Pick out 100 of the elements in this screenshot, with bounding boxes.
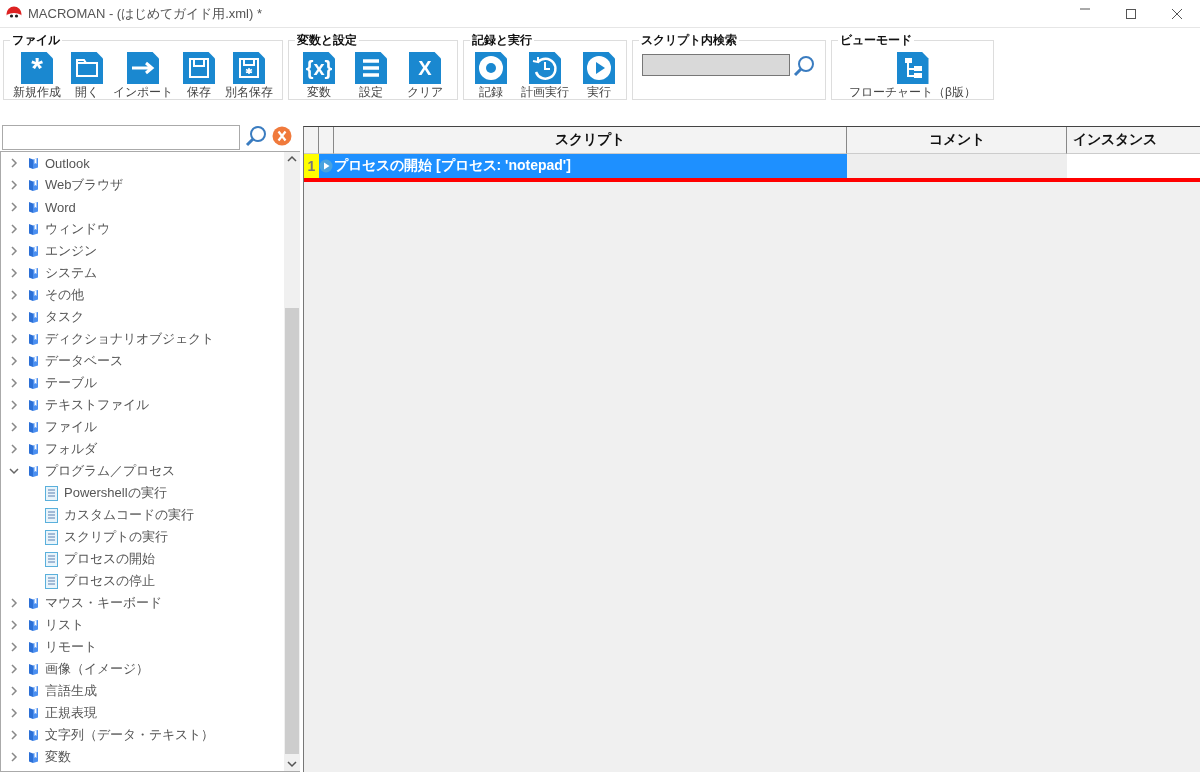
tree-item[interactable]: Webブラウザ xyxy=(1,174,284,196)
tree-item[interactable]: ファイル xyxy=(1,416,284,438)
flowchart-icon xyxy=(896,52,929,84)
book-icon xyxy=(28,332,39,346)
maximize-icon xyxy=(1125,7,1137,20)
glyph-icon: {x} xyxy=(303,52,335,84)
group-title: スクリプト内検索 xyxy=(640,32,738,49)
tree-item[interactable]: その他 xyxy=(1,284,284,306)
tree-item[interactable]: システム xyxy=(1,262,284,284)
toolbar-button[interactable]: 記録 xyxy=(475,52,507,99)
book-icon xyxy=(28,464,39,478)
chevron-right-icon xyxy=(8,443,20,455)
book-icon xyxy=(28,596,39,610)
book-icon xyxy=(28,178,39,192)
column-header[interactable]: スクリプト xyxy=(334,127,847,154)
window-title: MACROMAN - (はじめてガイド用.xml) * xyxy=(28,4,263,23)
book-icon xyxy=(28,706,39,720)
book-icon xyxy=(28,222,39,236)
tree-item[interactable]: プロセスの開始 xyxy=(1,548,284,570)
tree-item[interactable]: エンジン xyxy=(1,240,284,262)
tree-item[interactable]: ディクショナリオブジェクト xyxy=(1,328,284,350)
tree-search-field[interactable] xyxy=(2,125,240,150)
tree-item[interactable]: 言語生成 xyxy=(1,680,284,702)
book-icon xyxy=(28,662,39,676)
toolbar-button[interactable]: 開く xyxy=(71,52,103,99)
play-icon xyxy=(319,159,333,173)
group-title: 変数と設定 xyxy=(296,32,358,49)
tree-item[interactable]: データベース xyxy=(1,350,284,372)
glyph-icon: X xyxy=(409,52,441,84)
document-icon xyxy=(45,529,58,545)
document-icon xyxy=(45,551,58,567)
toolbar-button[interactable]: 設定 xyxy=(355,52,387,99)
book-icon xyxy=(28,244,39,258)
chevron-right-icon xyxy=(8,333,20,345)
app-logo-icon xyxy=(6,5,22,22)
chevron-right-icon xyxy=(8,421,20,433)
chevron-right-icon xyxy=(8,157,20,169)
tree-item[interactable]: 正規表現 xyxy=(1,702,284,724)
chevron-right-icon xyxy=(8,355,20,367)
chevron-right-icon xyxy=(8,201,20,213)
toolbar-button[interactable]: X クリア xyxy=(407,52,443,99)
list-icon xyxy=(355,52,387,84)
book-icon xyxy=(28,156,39,170)
group-title: ファイル xyxy=(11,32,61,49)
column-header[interactable]: コメント xyxy=(847,127,1067,154)
tree-item[interactable]: タスク xyxy=(1,306,284,328)
book-icon xyxy=(28,728,39,742)
chevron-right-icon xyxy=(8,267,20,279)
search-field[interactable] xyxy=(642,54,790,76)
search-icon xyxy=(792,54,816,78)
chevron-right-icon xyxy=(8,641,20,653)
toolbar-button[interactable]: 実行 xyxy=(583,52,615,99)
toolbar-button[interactable]: {x} 変数 xyxy=(303,52,335,99)
document-icon xyxy=(45,485,58,501)
chevron-right-icon xyxy=(8,685,20,697)
chevron-right-icon xyxy=(8,399,20,411)
scroll-thumb[interactable] xyxy=(285,308,299,754)
tree-item[interactable]: スクリプトの実行 xyxy=(1,526,284,548)
tree-item[interactable]: リモート xyxy=(1,636,284,658)
toolbar-button[interactable]: インポート xyxy=(113,52,173,99)
tree-item[interactable]: プログラム／プロセス xyxy=(1,460,284,482)
tree-item[interactable]: 画像（イメージ） xyxy=(1,658,284,680)
tree-item[interactable]: テーブル xyxy=(1,372,284,394)
chevron-right-icon xyxy=(8,729,20,741)
tree-item[interactable]: Word xyxy=(1,196,284,218)
clock-icon xyxy=(529,52,561,84)
chevron-right-icon xyxy=(8,223,20,235)
tree-item[interactable]: 変数 xyxy=(1,746,284,768)
tree-item[interactable]: Outlook xyxy=(1,152,284,174)
tree-item[interactable]: フォルダ xyxy=(1,438,284,460)
toolbar-button[interactable]: * 新規作成 xyxy=(13,52,61,99)
toolbar-button[interactable]: 保存 xyxy=(183,52,215,99)
search-icon xyxy=(244,123,268,148)
book-icon xyxy=(28,200,39,214)
book-icon xyxy=(28,354,39,368)
tree-item[interactable]: リスト xyxy=(1,614,284,636)
tree-item[interactable]: マウス・キーボード xyxy=(1,592,284,614)
tree-item[interactable]: ウィンドウ xyxy=(1,218,284,240)
scrollbar[interactable] xyxy=(284,152,300,771)
chevron-right-icon xyxy=(8,751,20,763)
tree-item[interactable]: カスタムコードの実行 xyxy=(1,504,284,526)
chevron-right-icon xyxy=(8,179,20,191)
minimize-icon xyxy=(1079,7,1091,10)
tree-item[interactable]: Powershellの実行 xyxy=(1,482,284,504)
book-icon xyxy=(28,640,39,654)
toolbar-button[interactable]: 別名保存 xyxy=(225,52,273,99)
toolbar-button[interactable]: 計画実行 xyxy=(521,52,569,99)
chevron-right-icon xyxy=(8,377,20,389)
tree-item[interactable]: 文字列（データ・テキスト） xyxy=(1,724,284,746)
chevron-right-icon xyxy=(8,663,20,675)
book-icon xyxy=(28,266,39,280)
record-icon xyxy=(475,52,507,84)
chevron-right-icon xyxy=(8,245,20,257)
tree-item[interactable]: テキストファイル xyxy=(1,394,284,416)
chevron-right-icon xyxy=(8,707,20,719)
play-icon xyxy=(583,52,615,84)
group-title: 記録と実行 xyxy=(471,32,533,49)
asterisk-icon: * xyxy=(21,52,53,84)
tree-item[interactable]: プロセスの停止 xyxy=(1,570,284,592)
toolbar-button[interactable]: フローチャート（β版） xyxy=(849,52,976,99)
